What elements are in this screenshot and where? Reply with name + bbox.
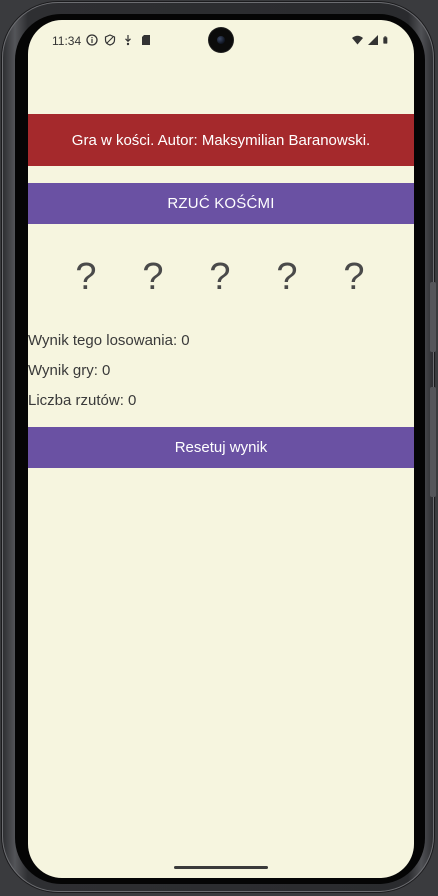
front-camera	[209, 28, 233, 52]
die-2: ?	[142, 256, 164, 298]
dice-row: ? ? ? ? ?	[28, 256, 414, 306]
wifi-icon	[352, 35, 363, 45]
roll-dice-button[interactable]: RZUĆ KOŚĆMI	[28, 183, 414, 224]
draw-result-text: Wynik tego losowania: 0	[28, 332, 190, 349]
reset-score-button-label: Resetuj wynik	[174, 439, 268, 456]
home-indicator[interactable]	[174, 866, 268, 869]
status-time: 11:34	[52, 34, 82, 48]
power-button	[430, 282, 436, 352]
download-icon	[125, 35, 131, 46]
reset-score-button[interactable]: Resetuj wynik	[28, 427, 414, 468]
roll-dice-button-label: RZUĆ KOŚĆMI	[167, 195, 275, 212]
signal-icon	[368, 35, 378, 45]
sd-card-icon	[142, 35, 150, 45]
game-result-text: Wynik gry: 0	[28, 362, 111, 379]
status-icons-left	[86, 34, 152, 46]
status-bar: 11:34	[28, 20, 414, 64]
shield-icon	[104, 34, 116, 46]
author-banner: Gra w kości. Autor: Maksymilian Baranows…	[28, 114, 414, 166]
die-3: ?	[209, 256, 231, 298]
roll-count-text: Liczba rzutów: 0	[28, 392, 137, 409]
app-screen: 11:34 Gra w kości. Autor: Maksymilian Ba…	[28, 20, 414, 878]
die-5: ?	[343, 256, 365, 298]
die-4: ?	[276, 256, 298, 298]
die-1: ?	[75, 256, 97, 298]
battery-icon	[383, 36, 388, 44]
status-icons-right	[351, 34, 390, 46]
volume-button	[430, 387, 436, 497]
info-icon	[86, 34, 98, 46]
author-banner-text: Gra w kości. Autor: Maksymilian Baranows…	[71, 131, 371, 149]
